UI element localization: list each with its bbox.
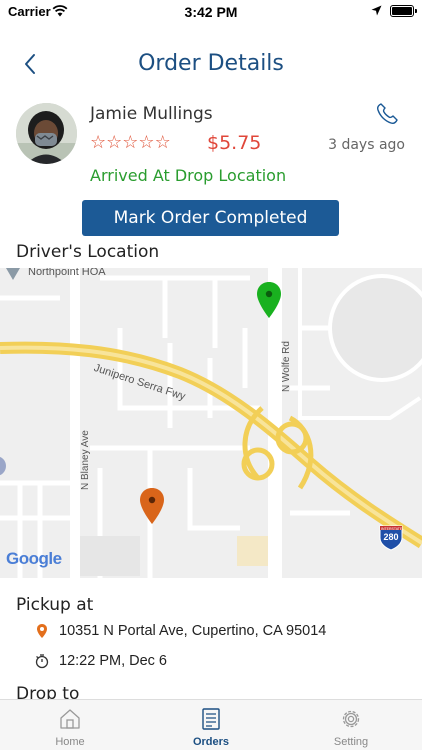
tab-home[interactable]: Home	[0, 700, 140, 750]
map-road-wolfe-label: N Wolfe Rd	[281, 341, 292, 392]
star-icon: ☆	[138, 132, 155, 152]
nav-header: Order Details	[0, 40, 422, 88]
star-icon: ☆	[90, 132, 107, 152]
page-title: Order Details	[138, 51, 284, 76]
status-bar: Carrier 3:42 PM	[0, 0, 422, 24]
driver-location-label: Driver's Location	[16, 242, 160, 262]
driver-location-map[interactable]: Northpoint HOA Junipero Serra Fwy N Wolf…	[0, 268, 422, 578]
order-price: $5.75	[207, 132, 262, 154]
pickup-address: 10351 N Portal Ave, Cupertino, CA 95014	[59, 623, 327, 639]
gear-icon	[342, 710, 360, 728]
interstate-shield-label: 280	[383, 532, 399, 542]
tab-home-label: Home	[55, 736, 85, 748]
clock-time: 3:42 PM	[184, 4, 238, 20]
tab-setting-label: Setting	[333, 736, 369, 748]
interstate-shield-text: INTERSTATE	[381, 527, 403, 531]
tab-bar: Home Orders Setting	[0, 699, 422, 750]
star-rating: ☆ ☆ ☆ ☆ ☆	[90, 132, 171, 152]
home-icon	[60, 709, 80, 729]
orders-icon	[202, 708, 220, 730]
star-icon: ☆	[106, 132, 123, 152]
location-arrow-icon	[371, 5, 382, 16]
mark-completed-button[interactable]: Mark Order Completed	[82, 200, 339, 236]
pickup-address-row: 10351 N Portal Ave, Cupertino, CA 95014	[34, 623, 326, 639]
order-status: Arrived At Drop Location	[90, 166, 287, 185]
pickup-label: Pickup at	[16, 595, 94, 615]
google-attribution[interactable]: Google	[6, 549, 62, 569]
customer-name: Jamie Mullings	[90, 104, 213, 124]
location-pin-icon	[37, 624, 47, 638]
phone-icon[interactable]	[374, 101, 400, 127]
pickup-time: 12:22 PM, Dec 6	[59, 653, 167, 669]
pickup-time-row: 12:22 PM, Dec 6	[34, 653, 167, 669]
time-ago: 3 days ago	[328, 137, 405, 153]
tab-orders-label: Orders	[192, 736, 230, 748]
stopwatch-icon	[35, 654, 49, 669]
tab-setting[interactable]: Setting	[281, 700, 421, 750]
avatar	[16, 103, 77, 164]
map-road-blaney-label: N Blaney Ave	[80, 430, 91, 490]
star-icon: ☆	[154, 132, 171, 152]
star-icon: ☆	[122, 132, 139, 152]
map-place-label: Northpoint HOA	[28, 268, 106, 278]
battery-icon	[390, 5, 417, 17]
tab-orders[interactable]: Orders	[141, 700, 281, 750]
